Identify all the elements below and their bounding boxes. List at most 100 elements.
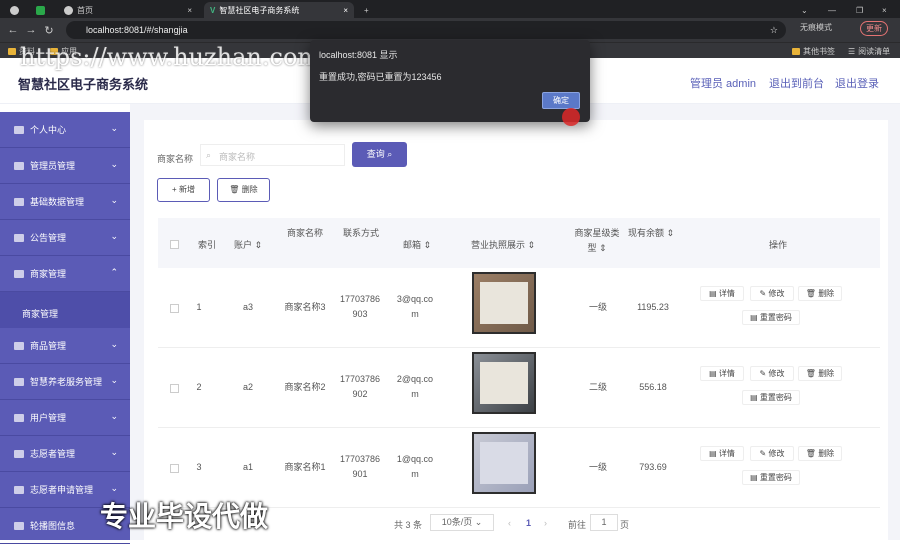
dialog-message: 重置成功,密码已重置为123456 [319,72,442,82]
row-checkbox[interactable] [170,464,179,473]
row-checkbox[interactable] [170,304,179,313]
edit-button[interactable]: ✎ 修改 [750,366,794,381]
star-icon[interactable]: ☆ [770,25,778,36]
url-text: localhost:8081/#/shangjia [86,25,188,35]
edit-button[interactable]: ✎ 修改 [750,446,794,461]
search-button[interactable]: 查询 ⌕ [352,142,407,167]
address-bar[interactable]: localhost:8081/#/shangjia ☆ [66,21,786,39]
header-index: 索引 [197,240,216,250]
table-row: 2 a2 商家名称2 17703786902 2@qq.com 二级 556.1… [158,348,880,428]
click-indicator [562,108,580,126]
cell-account: a1 [242,462,253,472]
header-account[interactable]: 账户 ⇕ [228,238,268,251]
dialog-ok-button[interactable]: 确定 [542,92,580,109]
sidebar-item-users[interactable]: 用户管理 ⌄ [0,400,130,436]
row-delete-button[interactable]: 🗑 删除 [798,286,842,301]
minimize-icon[interactable]: — [822,2,842,18]
license-image[interactable] [472,432,536,494]
detail-label: 详情 [718,369,735,378]
add-button[interactable]: + 新增 [157,178,210,202]
folder-icon [792,48,800,55]
reset-password-button[interactable]: ▤ 重置密码 [742,310,800,325]
forward-icon[interactable]: → [22,24,40,36]
reset-password-button[interactable]: ▤ 重置密码 [742,390,800,405]
detail-button[interactable]: ▤ 详情 [700,446,744,461]
dialog-title: localhost:8081 显示 [319,50,398,60]
close-icon[interactable]: × [187,6,192,15]
sidebar-item-merchant[interactable]: 商家管理 ⌃ [0,256,130,292]
cell-level: 一级 [588,462,607,472]
goto-input[interactable]: 1 [590,514,618,531]
reset-password-button[interactable]: ▤ 重置密码 [742,470,800,485]
sidebar-item-label: 志愿者管理 [30,449,76,459]
sidebar: 个人中心 ⌄ 管理员管理 ⌄ 基础数据管理 ⌄ 公告管理 ⌄ 商家管理 ⌃ 商家管理 商品… [0,112,130,544]
sidebar-item-label: 轮播图信息 [30,521,76,531]
tab-current[interactable]: V 智慧社区电子商务系统 × [204,2,354,18]
row-delete-button[interactable]: 🗑 删除 [798,366,842,381]
header-email[interactable]: 邮箱 ⇕ [392,238,442,251]
license-image[interactable] [472,352,536,414]
maximize-icon[interactable]: ❐ [850,2,869,18]
sidebar-item-personal[interactable]: 个人中心 ⌄ [0,112,130,148]
window-close-icon[interactable]: × [876,2,893,18]
chevron-down-icon: ⌄ [110,159,118,169]
logout-link[interactable]: 退出登录 [835,75,879,91]
prev-page-button[interactable]: ‹ [508,518,511,528]
row-checkbox[interactable] [170,384,179,393]
header-contact: 联系方式 [342,228,379,238]
license-image[interactable] [472,272,536,334]
tab-pinned[interactable] [4,2,25,18]
page-current[interactable]: 1 [526,518,531,528]
search-icon: ⌕ [206,150,212,160]
delete-label: 删除 [818,449,835,458]
next-page-button[interactable]: › [544,518,547,528]
sidebar-item-volunteer[interactable]: 志愿者管理 ⌄ [0,436,130,472]
detail-button[interactable]: ▤ 详情 [700,366,744,381]
new-tab-button[interactable]: + [358,2,375,18]
vue-icon: V [210,5,216,15]
search-input[interactable]: ⌕ 商家名称 [200,144,345,166]
main-area: 商家名称 ⌕ 商家名称 查询 ⌕ + 新增 🗑 删除 索引 账户 ⇕ 商家名称 联… [130,104,900,540]
header-email-label: 邮箱 [402,240,421,250]
volunteer-icon [14,449,24,458]
tab-pinned-green[interactable] [30,2,60,18]
sidebar-item-basedata[interactable]: 基础数据管理 ⌄ [0,184,130,220]
header-license[interactable]: 营业执照展示 ⇕ [458,238,548,251]
tab-search-icon[interactable]: ⌄ [795,2,814,18]
sidebar-item-goods[interactable]: 商品管理 ⌄ [0,328,130,364]
row-delete-button[interactable]: 🗑 删除 [798,446,842,461]
globe-icon [64,5,73,15]
edit-button[interactable]: ✎ 修改 [750,286,794,301]
chevron-down-icon: ⌄ [110,195,118,205]
edit-label: 修改 [768,369,785,378]
sidebar-item-label: 公告管理 [30,233,67,243]
select-all-checkbox[interactable] [170,240,179,249]
search-icon: ⌕ [387,149,393,159]
sidebar-item-label: 志愿者申请管理 [30,485,94,495]
header-level[interactable]: 商家星级类型 ⇕ [572,226,622,256]
back-icon[interactable]: ← [4,24,22,36]
detail-button[interactable]: ▤ 详情 [700,286,744,301]
header-account-label: 账户 [233,240,252,250]
reading-list[interactable]: ☰ 阅读清单 [848,46,890,57]
back-to-front-link[interactable]: 退出到前台 [769,75,824,91]
sidebar-item-admin[interactable]: 管理员管理 ⌄ [0,148,130,184]
sidebar-item-notice[interactable]: 公告管理 ⌄ [0,220,130,256]
close-icon[interactable]: × [343,6,348,15]
bookmark-folder[interactable]: 其他书签 [792,46,835,57]
page-size-select[interactable]: 10条/页 ⌄ [430,514,494,531]
sidebar-item-label: 用户管理 [30,413,67,423]
reload-icon[interactable]: ↻ [40,24,58,37]
sidebar-subitem-merchant[interactable]: 商家管理 [0,292,130,328]
header-balance[interactable]: 现有余额 ⇕ [626,226,676,239]
folder-icon [8,48,16,55]
cell-balance: 1195.23 [637,302,669,312]
carousel-icon [14,521,24,530]
sidebar-item-elderly[interactable]: 智慧养老服务管理 ⌄ [0,364,130,400]
tab-home[interactable]: 首页 × [58,2,198,18]
admin-link[interactable]: 管理员 admin [690,75,756,91]
update-button[interactable]: 更新 [860,21,888,36]
sidebar-item-label: 个人中心 [30,125,67,135]
delete-label: 删除 [818,289,835,298]
delete-button[interactable]: 🗑 删除 [217,178,270,202]
